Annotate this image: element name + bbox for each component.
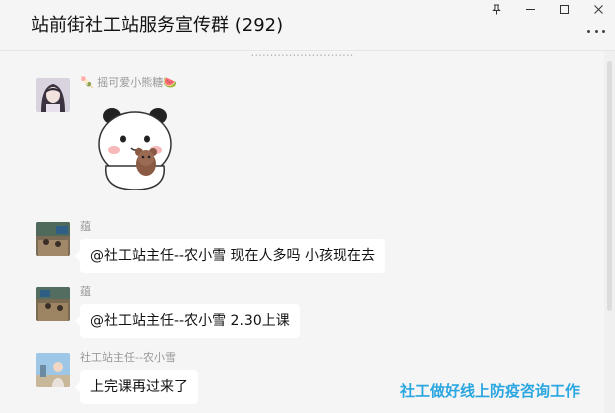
- more-icon: [587, 30, 590, 33]
- avatar-image: [36, 287, 70, 321]
- pin-icon: [491, 4, 501, 14]
- group-title: 站前街社工站服务宣传群 (292): [31, 15, 284, 36]
- panda-bear-sticker[interactable]: [94, 106, 176, 191]
- more-button[interactable]: [587, 30, 605, 36]
- sender-name: 社工站主任--农小雪: [80, 351, 176, 364]
- window-controls: [479, 0, 615, 20]
- chat-header: 站前街社工站服务宣传群 (292): [0, 0, 615, 51]
- message-bubble[interactable]: @社工站主任--农小雪 2.30上课: [75, 304, 300, 338]
- scrollbar-thumb[interactable]: [607, 61, 612, 311]
- sender-name: 蕴: [80, 220, 91, 233]
- maximize-button[interactable]: [547, 0, 581, 18]
- avatar[interactable]: [36, 78, 70, 112]
- pin-button[interactable]: [479, 0, 513, 18]
- sender-name: 🍡 摇可爱小熊糖🍉: [80, 76, 177, 89]
- avatar[interactable]: [36, 222, 70, 256]
- message-list[interactable]: ........................... 🍡 摇可爱小熊糖🍉 蕴 …: [0, 51, 604, 413]
- avatar[interactable]: [36, 287, 70, 321]
- chat-window: 站前街社工站服务宣传群 (292) ......................…: [0, 0, 615, 413]
- system-note: ...........................: [250, 51, 354, 59]
- avatar-image: [36, 78, 70, 112]
- sender-name: 蕴: [80, 285, 91, 298]
- avatar-image: [36, 353, 70, 387]
- message-bubble[interactable]: 上完课再过来了: [75, 370, 198, 404]
- avatar[interactable]: [36, 353, 70, 387]
- avatar-image: [36, 222, 70, 256]
- caption-overlay: 社工做好线上防疫咨询工作: [400, 382, 581, 400]
- scrollbar[interactable]: [604, 51, 615, 413]
- minimize-icon: [525, 8, 535, 10]
- minimize-button[interactable]: [513, 0, 547, 18]
- message-bubble[interactable]: @社工站主任--农小雪 现在人多吗 小孩现在去: [74, 239, 386, 273]
- close-icon: [593, 4, 603, 14]
- maximize-icon: [559, 4, 569, 14]
- close-button[interactable]: [581, 0, 615, 18]
